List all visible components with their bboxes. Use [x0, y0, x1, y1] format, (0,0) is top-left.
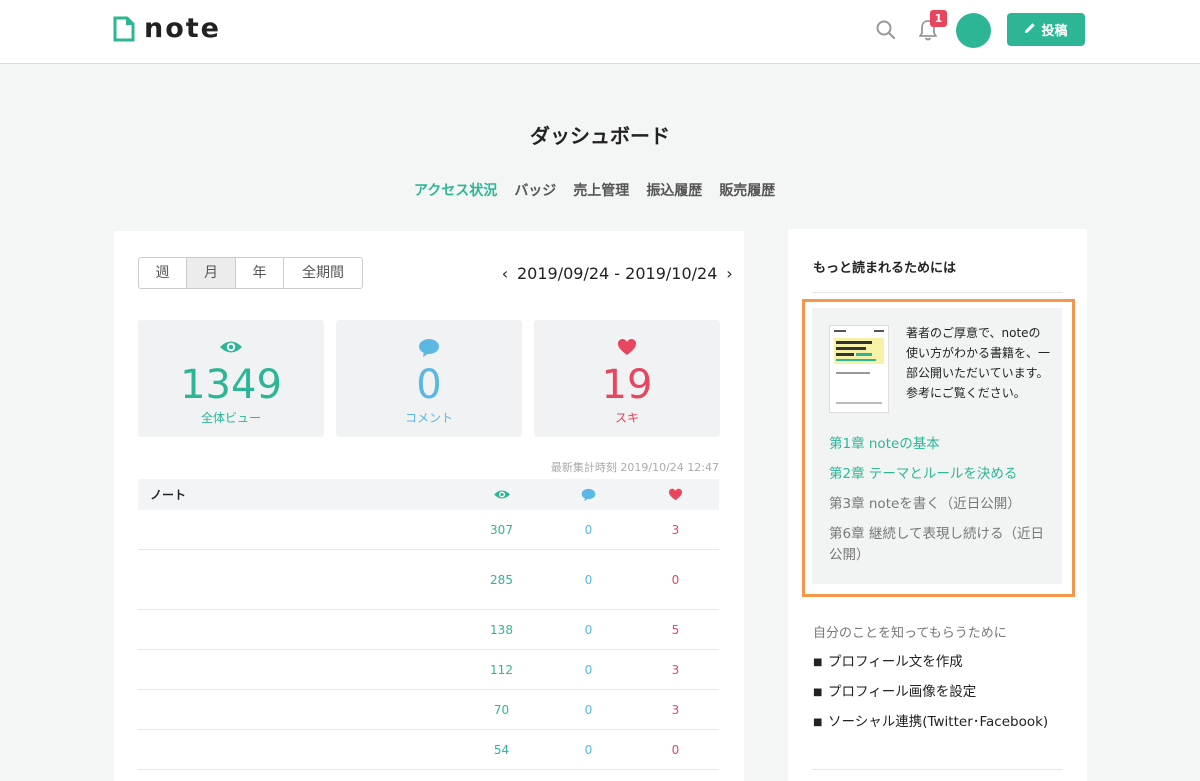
- heart-icon: [534, 338, 720, 358]
- period-all[interactable]: 全期間: [284, 258, 362, 288]
- comment-icon: [336, 338, 522, 358]
- page-title: ダッシュボード: [530, 124, 670, 148]
- stats-row: 1349 全体ビュー 0 コメント 19 スキ: [138, 320, 720, 437]
- stat-views: 1349 全体ビュー: [138, 320, 324, 437]
- profile-heading: 自分のことを知ってもらうために: [813, 626, 1007, 641]
- tab-badge[interactable]: バッジ: [514, 180, 556, 200]
- comments-label: コメント: [404, 411, 453, 425]
- profile-task-list: ■ プロフィール文を作成 ■ プロフィール画像を設定 ■ ソーシャル連携(Twi…: [813, 652, 1063, 742]
- row-views: 54: [493, 742, 510, 757]
- comment-icon: [545, 488, 632, 502]
- task-label: プロフィール画像を設定: [828, 684, 977, 700]
- row-likes: 3: [671, 522, 680, 537]
- row-likes: 3: [671, 662, 680, 677]
- date-range-text: 2019/09/24 - 2019/10/24: [517, 264, 718, 283]
- comments-count: 0: [416, 362, 442, 408]
- avatar[interactable]: [956, 13, 991, 48]
- row-comments: 0: [584, 742, 593, 757]
- table-row[interactable]: 138 0 5: [138, 610, 719, 650]
- row-views: 138: [490, 622, 513, 637]
- dashboard-tabs: アクセス状況 バッジ 売上管理 振込履歴 販売履歴: [414, 180, 775, 200]
- notification-badge: 1: [930, 10, 947, 27]
- row-likes: 3: [671, 702, 680, 717]
- tips-card: もっと読まれるためには 著者のご厚意で、noteの使い方がわかる書籍を、一部公開…: [788, 229, 1087, 781]
- bullet-icon: ■: [813, 717, 823, 728]
- top-header: note 1 投稿: [0, 0, 1200, 64]
- likes-count: 19: [601, 362, 653, 408]
- period-month[interactable]: 月: [187, 258, 236, 288]
- table-row[interactable]: 285 0 0: [138, 550, 719, 610]
- post-button[interactable]: 投稿: [1007, 13, 1085, 46]
- bullet-icon: ■: [813, 687, 823, 698]
- row-views: 112: [490, 662, 513, 677]
- last-updated: 最新集計時刻 2019/10/24 12:47: [550, 461, 719, 474]
- logo-text: note: [144, 13, 221, 44]
- stat-likes: 19 スキ: [534, 320, 720, 437]
- row-likes: 0: [671, 572, 680, 587]
- chevron-left-icon[interactable]: ‹: [497, 264, 513, 283]
- divider: [812, 769, 1063, 770]
- column-note: ノート: [150, 488, 187, 502]
- note-logo-icon: [113, 16, 135, 42]
- row-comments: 0: [584, 662, 593, 677]
- tips-title: もっと読まれるためには: [813, 261, 957, 276]
- bullet-icon: ■: [813, 657, 823, 668]
- tab-access[interactable]: アクセス状況: [414, 180, 497, 200]
- heart-icon: [632, 488, 719, 501]
- tab-sales[interactable]: 売上管理: [573, 180, 629, 200]
- views-count: 1349: [180, 362, 282, 408]
- table-row[interactable]: 112 0 3: [138, 650, 719, 690]
- profile-task[interactable]: ■ ソーシャル連携(Twitter･Facebook): [813, 712, 1063, 733]
- row-views: 285: [490, 572, 513, 587]
- period-week[interactable]: 週: [139, 258, 187, 288]
- table-row[interactable]: 70 0 3: [138, 690, 719, 730]
- profile-task[interactable]: ■ プロフィール画像を設定: [813, 682, 1063, 703]
- table-row[interactable]: 54 0 0: [138, 730, 719, 770]
- notes-table: ノート 307 0 3 285 0 0 138 0 5 112 0 3 70 0…: [138, 479, 719, 770]
- period-selector: 週 月 年 全期間: [138, 257, 363, 289]
- profile-task[interactable]: ■ プロフィール文を作成: [813, 652, 1063, 673]
- row-likes: 0: [671, 742, 680, 757]
- views-label: 全体ビュー: [200, 411, 261, 425]
- eye-icon: [138, 338, 324, 358]
- row-views: 70: [493, 702, 510, 717]
- likes-label: スキ: [614, 411, 639, 425]
- task-label: ソーシャル連携(Twitter･Facebook): [828, 714, 1049, 730]
- search-icon[interactable]: [875, 19, 897, 41]
- highlight-frame: [802, 299, 1075, 597]
- table-header: ノート: [138, 479, 719, 510]
- row-comments: 0: [584, 522, 593, 537]
- pencil-icon: [1024, 22, 1036, 38]
- task-label: プロフィール文を作成: [828, 654, 963, 670]
- tab-transfer-history[interactable]: 振込履歴: [646, 180, 702, 200]
- post-button-label: 投稿: [1041, 24, 1068, 39]
- table-row[interactable]: 307 0 3: [138, 510, 719, 550]
- note-logo[interactable]: note: [113, 13, 221, 44]
- tab-sales-history[interactable]: 販売履歴: [719, 180, 775, 200]
- row-comments: 0: [584, 702, 593, 717]
- stat-comments: 0 コメント: [336, 320, 522, 437]
- eye-icon: [458, 488, 545, 501]
- date-range: ‹ 2019/09/24 - 2019/10/24 ›: [497, 264, 737, 283]
- row-views: 307: [490, 522, 513, 537]
- row-comments: 0: [584, 572, 593, 587]
- access-card: 週 月 年 全期間 ‹ 2019/09/24 - 2019/10/24 › 13…: [114, 231, 744, 781]
- row-likes: 5: [671, 622, 680, 637]
- period-year[interactable]: 年: [236, 258, 284, 288]
- row-comments: 0: [584, 622, 593, 637]
- chevron-right-icon[interactable]: ›: [721, 264, 737, 283]
- divider: [812, 292, 1063, 293]
